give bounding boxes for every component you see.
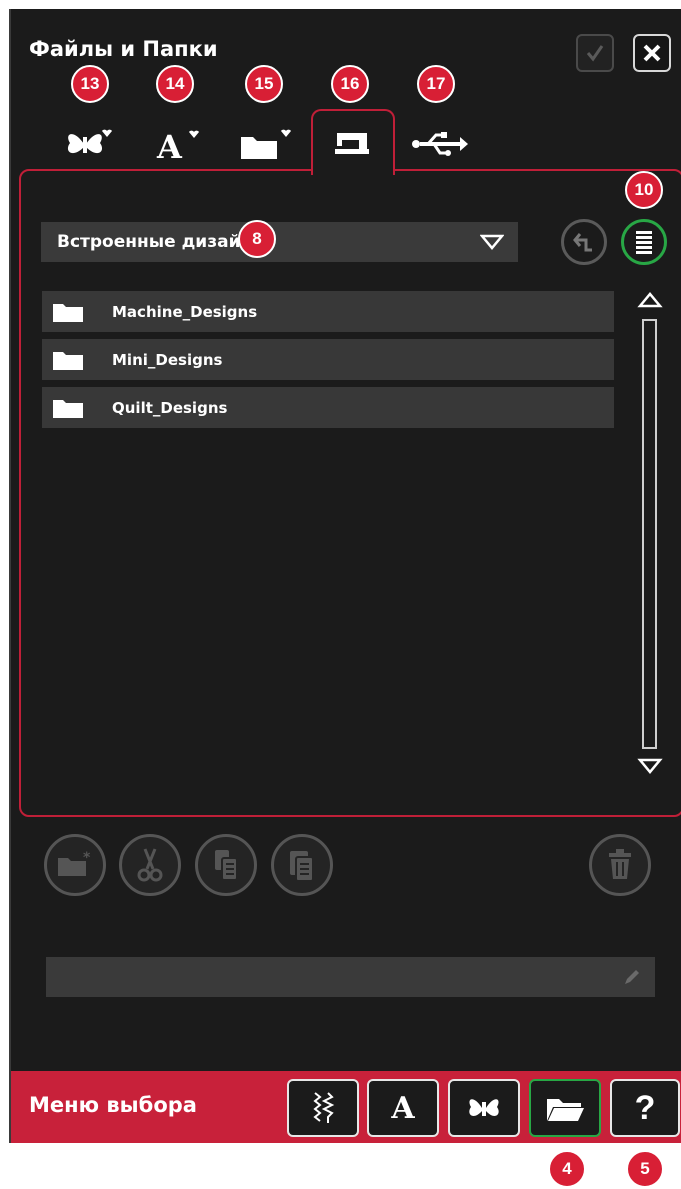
file-manager-icon	[547, 1099, 584, 1121]
callout-15: 15	[245, 65, 283, 103]
list-view-icon	[636, 231, 652, 254]
callout-16: 16	[331, 65, 369, 103]
stitch-menu-button[interactable]	[287, 1079, 359, 1137]
tab-favorite-fonts[interactable]: A	[148, 119, 208, 169]
selection-menu-label: Меню выбора	[29, 1093, 197, 1117]
usb-icon	[412, 132, 468, 156]
chevron-down-icon	[480, 234, 504, 250]
list-item[interactable]: Mini_Designs	[42, 339, 614, 380]
callout-8: 8	[238, 220, 276, 258]
list-view-button[interactable]	[621, 219, 667, 265]
list-item[interactable]: Quilt_Designs	[42, 387, 614, 428]
paste-button[interactable]	[271, 834, 333, 896]
callout-17: 17	[417, 65, 455, 103]
callout-4: 4	[548, 1150, 586, 1188]
arrow-up-back-icon	[573, 233, 592, 252]
file-browser-panel	[19, 169, 681, 817]
cut-icon	[137, 848, 163, 882]
folder-icon	[53, 303, 83, 322]
location-dropdown[interactable]: Встроенные дизайны	[41, 222, 518, 262]
design-menu-icon	[469, 1099, 499, 1116]
folder-up-button[interactable]	[561, 219, 607, 265]
scroll-down-arrow[interactable]	[637, 757, 663, 775]
font-menu-button[interactable]: A	[367, 1079, 439, 1137]
scroll-up-arrow[interactable]	[637, 291, 663, 309]
location-selected: Встроенные дизайны	[57, 232, 268, 252]
cut-button[interactable]	[119, 834, 181, 896]
window-title: Файлы и Папки	[29, 37, 218, 61]
tab-favorite-designs[interactable]	[59, 119, 119, 169]
built-in-memory-icon	[335, 133, 369, 154]
callout-10: 10	[625, 171, 663, 209]
list-item-label: Machine_Designs	[112, 302, 258, 321]
folder-icon	[53, 351, 83, 370]
new-folder-icon: *	[58, 850, 91, 876]
favorite-fonts-icon: A	[156, 128, 199, 162]
file-manager-window: Файлы и Папки A 13 14 15 16 17 Встроенны…	[9, 9, 681, 1143]
svg-text:A: A	[156, 128, 183, 162]
selection-menu-bar: Меню выбора A ?	[11, 1071, 681, 1143]
pencil-icon	[625, 970, 639, 984]
list-item-label: Quilt_Designs	[112, 398, 228, 417]
file-manager-button[interactable]	[529, 1079, 601, 1137]
close-button[interactable]	[633, 34, 671, 72]
list-item[interactable]: Machine_Designs	[42, 291, 614, 332]
list-item-label: Mini_Designs	[112, 350, 223, 369]
tab-favorite-folder[interactable]	[235, 119, 295, 169]
ok-button[interactable]	[576, 34, 614, 72]
tab-usb[interactable]	[409, 119, 469, 169]
folder-icon	[53, 399, 83, 418]
svg-text:*: *	[83, 850, 91, 866]
close-icon	[643, 44, 661, 62]
scrollbar-track[interactable]	[642, 319, 657, 749]
check-icon	[586, 45, 604, 62]
rename-field[interactable]	[46, 957, 655, 997]
tab-built-in-memory[interactable]	[323, 117, 383, 167]
copy-button[interactable]	[195, 834, 257, 896]
callout-5: 5	[626, 1150, 664, 1188]
favorite-designs-icon	[67, 129, 112, 154]
design-menu-button[interactable]	[448, 1079, 520, 1137]
callout-13: 13	[71, 65, 109, 103]
new-folder-button[interactable]: *	[44, 834, 106, 896]
delete-button[interactable]	[589, 834, 651, 896]
delete-icon	[609, 849, 631, 879]
copy-icon	[215, 850, 238, 881]
stitch-menu-icon	[313, 1092, 335, 1123]
callout-14: 14	[156, 65, 194, 103]
font-menu-icon: A	[391, 1090, 415, 1126]
paste-icon	[290, 851, 314, 882]
help-icon: ?	[634, 1088, 656, 1127]
favorite-folder-icon	[241, 129, 291, 159]
help-button[interactable]: ?	[610, 1079, 680, 1137]
